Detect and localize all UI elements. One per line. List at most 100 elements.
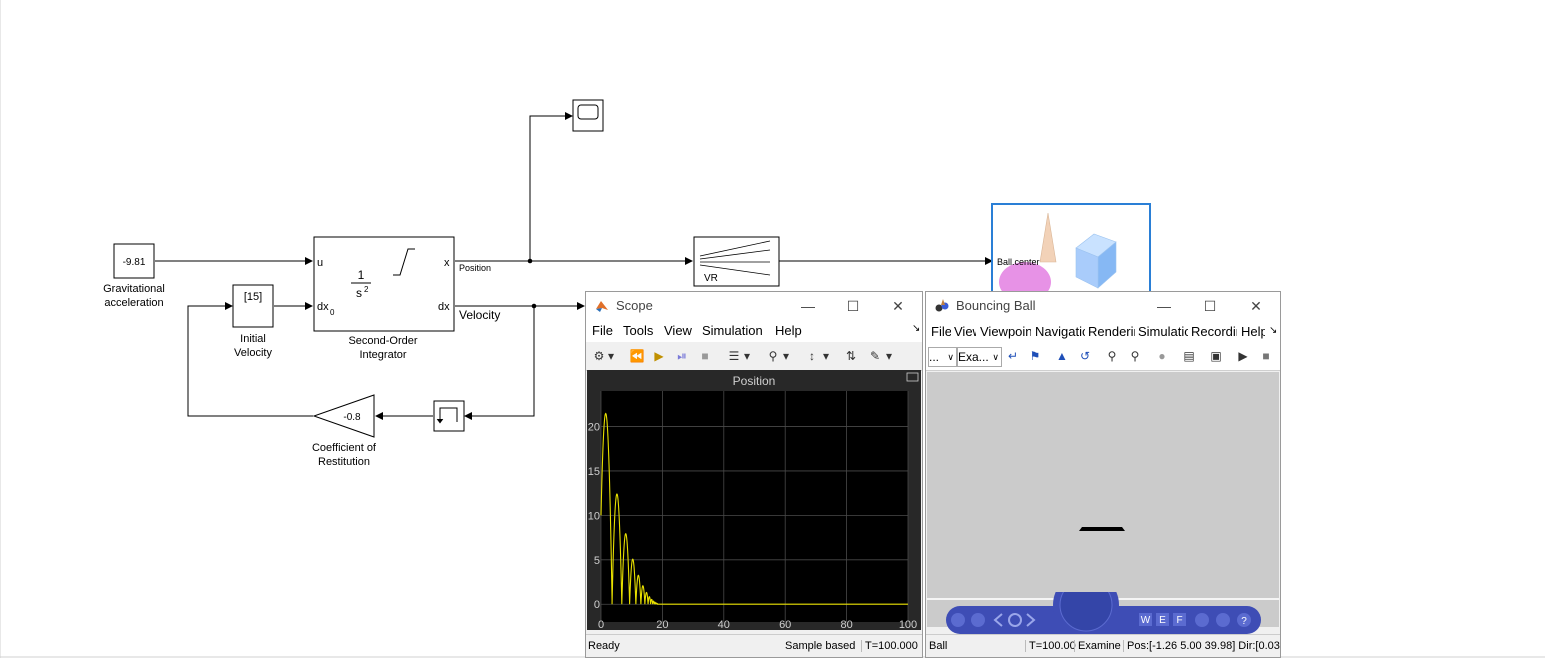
menu-recording[interactable]: Recording xyxy=(1191,324,1237,339)
record-icon[interactable]: ● xyxy=(1153,347,1171,365)
menu-tools[interactable]: Tools xyxy=(623,323,653,338)
viewpoint-select[interactable]: ... ∨ xyxy=(928,347,957,367)
menu-simulation[interactable]: Simulation xyxy=(1138,324,1188,339)
minimize-icon[interactable]: — xyxy=(1154,297,1174,315)
zoom-in-icon[interactable]: ⚲ xyxy=(1103,347,1121,365)
bouncing-ball-window[interactable]: Bouncing Ball — ☐ ✕ File View Viewpoints… xyxy=(925,291,1281,658)
vr-navigation-panel[interactable]: W E F ? xyxy=(927,592,1279,637)
tf-numerator: 1 xyxy=(358,268,365,282)
port-dx0: dx xyxy=(317,301,329,313)
x-tick-label: 20 xyxy=(656,619,668,630)
dropdown-arrow-icon[interactable]: ▾ xyxy=(606,347,616,365)
initial-velocity-label-1: Initial xyxy=(240,333,266,345)
matlab-icon xyxy=(595,299,609,313)
vr-app-icon xyxy=(935,299,949,312)
nav-f-label: F xyxy=(1176,615,1182,626)
x-tick-label: 100 xyxy=(899,619,917,630)
status-mode: Sample based xyxy=(785,640,856,652)
menu-viewpoints[interactable]: Viewpoints xyxy=(980,324,1031,339)
dropdown-arrow-icon[interactable]: ▾ xyxy=(821,347,831,365)
nav-viewpoint-icon[interactable] xyxy=(1195,613,1209,627)
minimize-icon[interactable]: — xyxy=(798,297,818,315)
menu-file[interactable]: File xyxy=(592,323,613,338)
status-position: Pos:[-1.26 5.00 39.98] Dir:[0.03 xyxy=(1123,640,1280,652)
step-back-icon[interactable]: ⏪ xyxy=(628,347,646,365)
close-icon[interactable]: ✕ xyxy=(1246,297,1266,315)
play-icon[interactable]: ▶ xyxy=(1234,347,1252,365)
menu-rendering[interactable]: Rendering xyxy=(1088,324,1135,339)
return-viewpoint-icon[interactable]: ↵ xyxy=(1004,347,1022,365)
signal-velocity-feedback[interactable] xyxy=(464,306,535,420)
scope-titlebar[interactable]: Scope — ☐ ✕ xyxy=(586,292,922,320)
scope-window[interactable]: Scope — ☐ ✕ File Tools View Simulation H… xyxy=(585,291,923,658)
dropdown-arrow-icon[interactable]: ▾ xyxy=(742,347,752,365)
gravity-label-1: Gravitational xyxy=(103,283,165,295)
status-time: T=100.00 xyxy=(1025,640,1076,652)
menu-simulation[interactable]: Simulation xyxy=(702,323,763,338)
run-icon[interactable]: ▶ xyxy=(650,347,668,365)
port-u: u xyxy=(317,257,323,269)
navigation-mode-select[interactable]: Exa... ∨ xyxy=(957,347,1002,367)
stop-icon[interactable]: ■ xyxy=(1257,347,1275,365)
vr-sink-block[interactable]: VR xyxy=(693,236,780,287)
nav-home-icon[interactable] xyxy=(971,613,985,627)
camera-icon[interactable]: ▣ xyxy=(1207,347,1225,365)
menu-view[interactable]: View xyxy=(954,324,976,339)
port-dx: dx xyxy=(438,301,450,313)
branch-point xyxy=(527,258,533,264)
gain-label-1: Coefficient of xyxy=(312,442,377,454)
dropdown-arrow-icon[interactable]: ▾ xyxy=(781,347,791,365)
port-dx0-subscript: 0 xyxy=(330,308,335,317)
scope-statusbar: Ready Sample based T=100.000 xyxy=(586,634,922,657)
vr-statusbar: Ball T=100.00 Examine Pos:[-1.26 5.00 39… xyxy=(926,634,1280,657)
scope-block[interactable] xyxy=(572,99,604,132)
vr-titlebar[interactable]: Bouncing Ball — ☐ ✕ xyxy=(926,292,1280,320)
menu-navigation[interactable]: Navigation xyxy=(1035,324,1085,339)
plot-area xyxy=(601,391,908,622)
stop-icon[interactable]: ■ xyxy=(696,347,714,365)
signal-position-to-scope[interactable] xyxy=(529,112,573,261)
zoom-icon[interactable]: ⚲ xyxy=(764,347,782,365)
scope-toolbar: ⚙ ▾ ⏪ ▶ ⏯ ■ ☰ ▾ ⚲ ▾ ↕ ▾ ⇅ ✎ ▾ xyxy=(586,342,922,371)
close-icon[interactable]: ✕ xyxy=(888,297,908,315)
memory-block[interactable] xyxy=(433,400,465,432)
vr-3d-viewport[interactable] xyxy=(927,372,1279,627)
menu-help[interactable]: Help xyxy=(775,323,802,338)
flag-icon[interactable]: ⚑ xyxy=(1026,347,1044,365)
menu-view[interactable]: View xyxy=(664,323,692,338)
scope-plot[interactable]: Position 0 20 40 60 80 100 0 5 10 15 20 xyxy=(587,370,921,630)
vr-title: Bouncing Ball xyxy=(956,298,1036,313)
restitution-gain-block[interactable]: -0.8 xyxy=(312,394,375,438)
scope-screen-icon xyxy=(577,104,599,120)
autoscale-icon[interactable]: ↕ xyxy=(803,347,821,365)
clipboard-icon[interactable]: ▤ xyxy=(1180,347,1198,365)
nav-w-label: W xyxy=(1141,615,1151,626)
step-forward-icon[interactable]: ⏯ xyxy=(673,347,691,365)
straighten-up-icon[interactable]: ▲ xyxy=(1053,347,1071,365)
x-tick-label: 40 xyxy=(718,619,730,630)
plot-title: Position xyxy=(733,374,776,388)
menu-dock-icon[interactable]: ↘ xyxy=(1269,325,1277,336)
menu-file[interactable]: File xyxy=(931,324,951,339)
maximize-icon[interactable]: ☐ xyxy=(1200,297,1220,315)
measurements-icon[interactable]: ✎ xyxy=(866,347,884,365)
nav-straighten-icon[interactable] xyxy=(1216,613,1230,627)
second-order-integrator-block[interactable]: u dx 0 x dx 1 s 2 xyxy=(313,236,455,332)
y-tick-label: 20 xyxy=(588,422,600,434)
dropdown-arrow-icon[interactable]: ▾ xyxy=(884,347,894,365)
gravity-constant-block[interactable]: -9.81 xyxy=(113,243,155,279)
undo-move-icon[interactable]: ↺ xyxy=(1076,347,1094,365)
zoom-out-icon[interactable]: ⚲ xyxy=(1126,347,1144,365)
nav-close-icon[interactable] xyxy=(951,613,965,627)
menu-dock-icon[interactable]: ↘ xyxy=(912,323,920,334)
highlight-signal-icon[interactable]: ☰ xyxy=(725,347,743,365)
branch-point xyxy=(531,303,537,309)
initial-velocity-block[interactable]: [15] xyxy=(232,284,274,328)
menu-help[interactable]: Help xyxy=(1241,324,1265,339)
y-tick-label: 15 xyxy=(588,466,600,478)
tf-denominator: s xyxy=(356,286,362,300)
maximize-icon[interactable]: ☐ xyxy=(843,297,863,315)
trigger-icon[interactable]: ⇅ xyxy=(842,347,860,365)
vr-preview-block[interactable]: Ball.center xyxy=(991,203,1151,302)
help-glyph: ? xyxy=(1241,616,1247,627)
